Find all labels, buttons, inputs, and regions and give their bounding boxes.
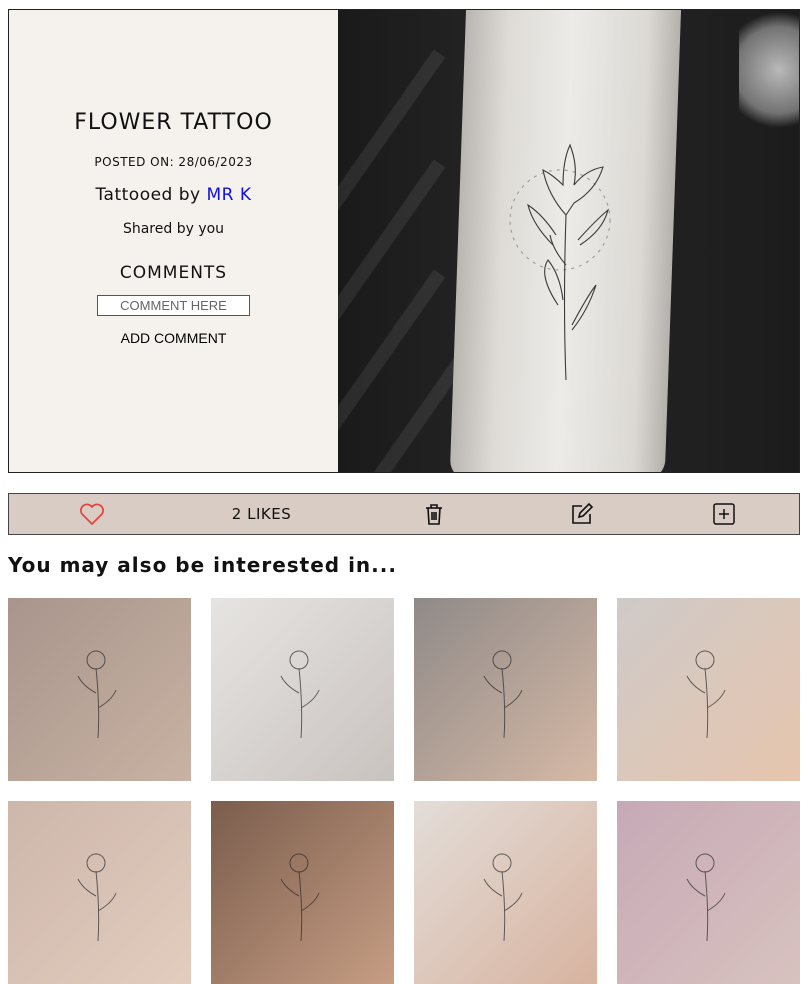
add-to-collection-button[interactable]	[709, 494, 739, 534]
trash-icon	[426, 504, 442, 525]
recommendations-heading: You may also be interested in...	[8, 553, 397, 577]
recommendation-thumb[interactable]	[8, 801, 191, 984]
recommendation-thumb[interactable]	[617, 801, 800, 984]
tattoo-sketch	[686, 650, 726, 739]
shared-by: Shared by you	[122, 221, 225, 237]
post-toolbar: 2 LIKES	[8, 493, 800, 535]
recommendation-thumb[interactable]	[414, 801, 597, 984]
post-info-panel: FLOWER TATTOO POSTED ON: 28/06/2023 Tatt…	[9, 10, 338, 472]
likes-count: 2 LIKES	[231, 505, 292, 523]
tattooed-by: Tattooed by MR K	[95, 185, 251, 205]
recommendation-grid	[8, 598, 800, 984]
tattoo-sketch	[483, 853, 523, 942]
recommendation-thumb[interactable]	[211, 598, 394, 781]
edit-icon	[572, 502, 594, 524]
post-card: FLOWER TATTOO POSTED ON: 28/06/2023 Tatt…	[8, 9, 800, 473]
heart-icon	[80, 503, 104, 525]
posted-date: POSTED ON: 28/06/2023	[94, 155, 253, 169]
post-title: FLOWER TATTOO	[74, 110, 273, 135]
tattoo-sketch	[483, 650, 523, 739]
post-photo	[338, 10, 799, 472]
like-button[interactable]	[77, 494, 107, 534]
recommendation-thumb[interactable]	[8, 598, 191, 781]
tattoo-sketch	[280, 650, 320, 739]
artist-link[interactable]: MR K	[207, 185, 252, 205]
recommendation-thumb[interactable]	[211, 801, 394, 984]
tattoo-sketch	[77, 650, 117, 739]
comments-heading: COMMENTS	[119, 263, 228, 283]
tattoo-sketch	[280, 853, 320, 942]
tattoo-sketch	[77, 853, 117, 942]
add-comment-button[interactable]: ADD COMMENT	[121, 330, 227, 346]
recommendation-thumb[interactable]	[414, 598, 597, 781]
flower-tattoo-drawing	[509, 143, 611, 381]
tattoo-sketch	[686, 853, 726, 942]
delete-button[interactable]	[419, 494, 449, 534]
recommendation-thumb[interactable]	[617, 598, 800, 781]
add-square-icon	[713, 503, 735, 525]
comment-input[interactable]	[97, 295, 250, 316]
tattooed-by-label: Tattooed by	[95, 185, 207, 205]
edit-button[interactable]	[567, 494, 597, 534]
